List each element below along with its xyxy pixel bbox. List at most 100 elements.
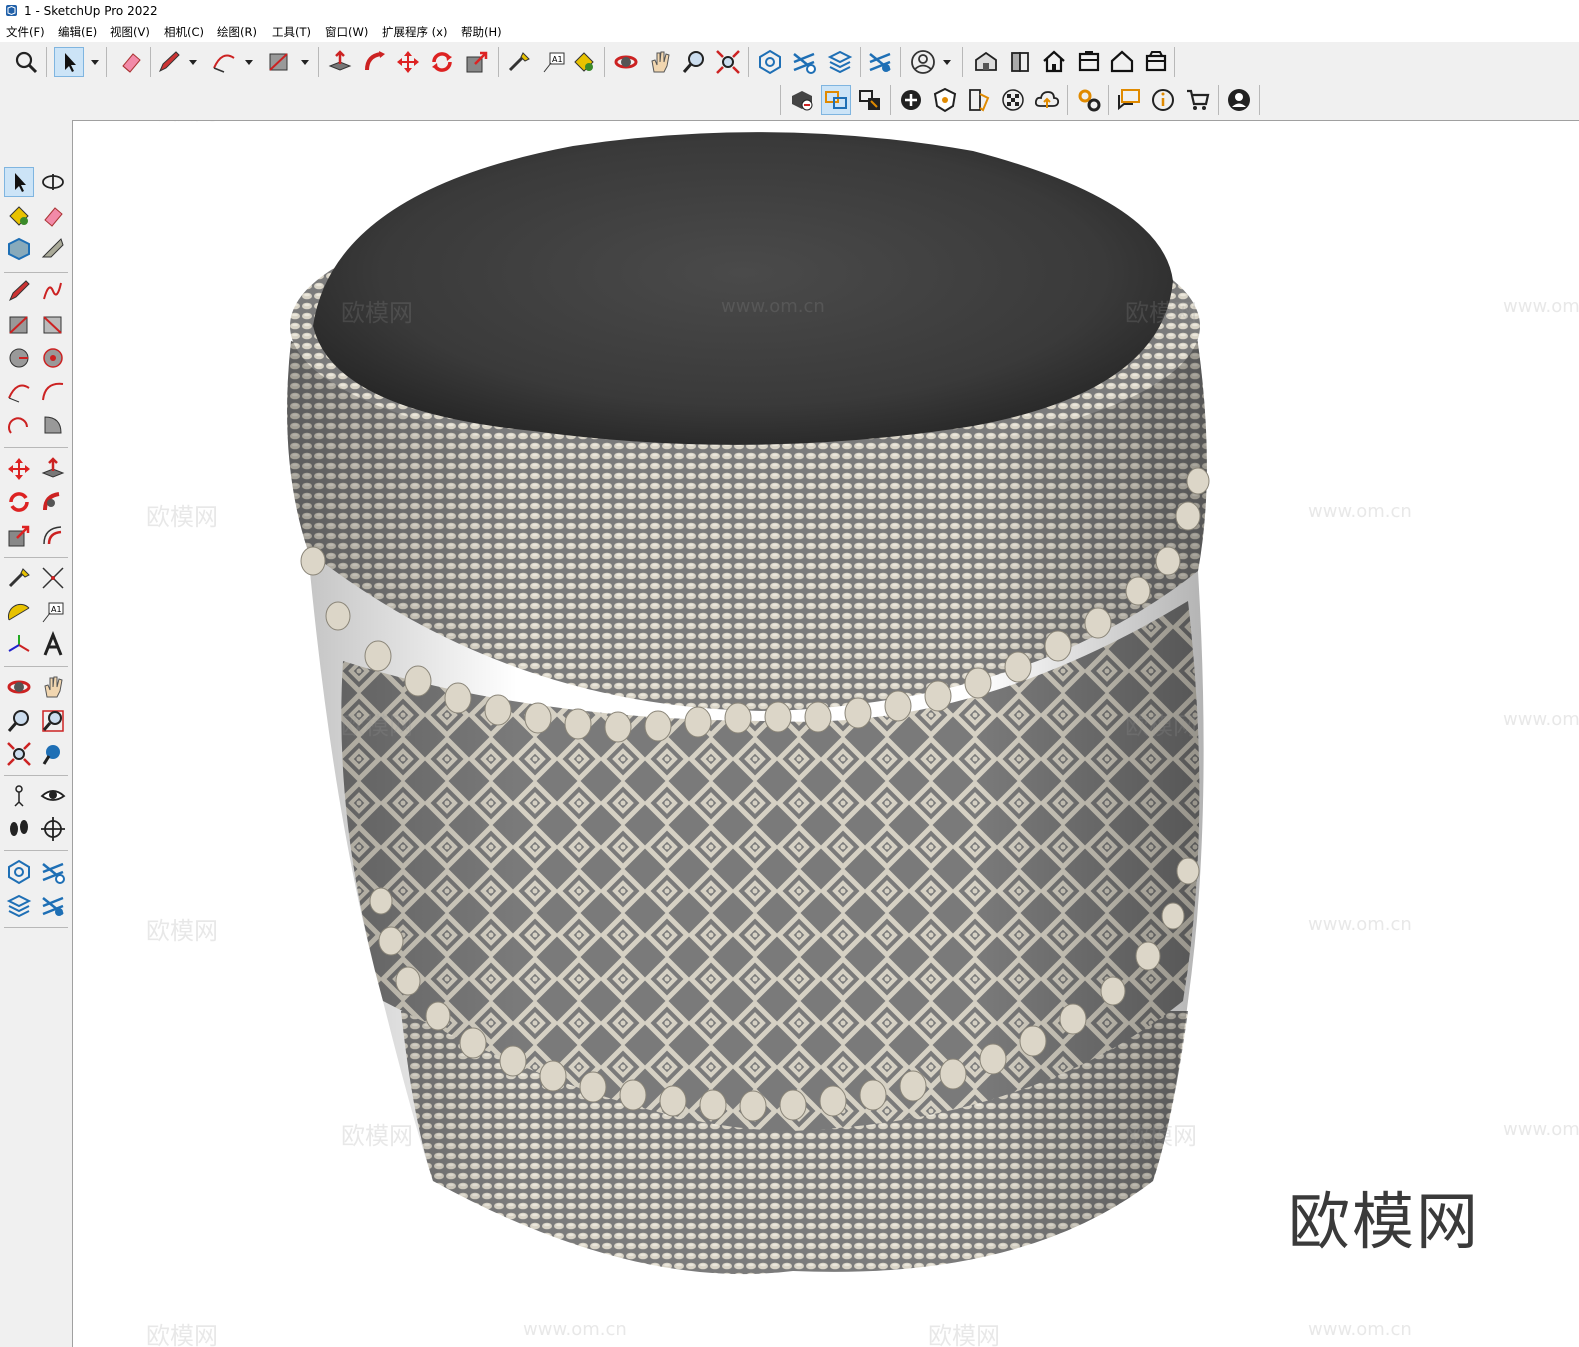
shield-icon[interactable] — [931, 86, 959, 114]
info-icon[interactable] — [1149, 86, 1177, 114]
cloud-icon[interactable] — [1033, 86, 1061, 114]
iso-view-icon[interactable] — [972, 48, 1000, 76]
gears-icon[interactable] — [1075, 86, 1103, 114]
layers-icon[interactable] — [5, 892, 33, 920]
checker-icon[interactable] — [999, 86, 1027, 114]
3d-text-icon[interactable] — [39, 631, 67, 659]
menu-file[interactable]: 文件(F) — [4, 22, 47, 42]
eraser-icon[interactable] — [117, 48, 145, 76]
menu-draw[interactable]: 绘图(R) — [215, 22, 259, 42]
axes-icon[interactable] — [5, 631, 33, 659]
section-plane-icon[interactable] — [821, 85, 851, 115]
solid-tools-icon[interactable] — [788, 86, 816, 114]
right-view-icon[interactable] — [1006, 48, 1034, 76]
move-icon[interactable] — [394, 48, 422, 76]
offset-icon[interactable] — [39, 522, 67, 550]
zoom-window-icon[interactable] — [39, 707, 67, 735]
menu-extensions[interactable]: 扩展程序 (x) — [380, 22, 449, 42]
freehand-icon[interactable] — [39, 277, 67, 305]
component-icon[interactable] — [5, 235, 33, 263]
arc-icon[interactable] — [5, 378, 33, 406]
protractor-icon[interactable] — [5, 598, 33, 626]
pan-icon[interactable] — [39, 673, 67, 701]
walk-icon[interactable] — [5, 815, 33, 843]
extension-icon[interactable] — [790, 48, 818, 76]
orbit-icon[interactable] — [5, 673, 33, 701]
follow-me-icon[interactable] — [39, 488, 67, 516]
search-icon[interactable] — [12, 48, 40, 76]
settings-icon[interactable] — [39, 892, 67, 920]
front-view-icon[interactable] — [1040, 48, 1068, 76]
dimension-icon[interactable] — [39, 564, 67, 592]
look-around-icon[interactable] — [39, 782, 67, 810]
select-arrow-icon[interactable] — [54, 47, 84, 77]
styles-icon[interactable] — [965, 86, 993, 114]
zoom-icon[interactable] — [5, 707, 33, 735]
menu-camera[interactable]: 相机(C) — [162, 22, 206, 42]
rotate-icon[interactable] — [428, 48, 456, 76]
warehouse-icon[interactable] — [756, 48, 784, 76]
scenes-icon[interactable] — [856, 86, 884, 114]
menu-tools[interactable]: 工具(T) — [270, 22, 313, 42]
extension-icon[interactable] — [39, 858, 67, 886]
eraser-icon[interactable] — [39, 202, 67, 230]
two-point-arc-icon[interactable] — [39, 378, 67, 406]
polygon-icon[interactable] — [39, 344, 67, 372]
rectangle-icon[interactable] — [265, 48, 293, 76]
zoom-extents-icon[interactable] — [5, 740, 33, 768]
section-crosshair-icon[interactable] — [39, 815, 67, 843]
message-icon[interactable] — [1115, 86, 1143, 114]
chevron-down-icon[interactable] — [300, 48, 310, 76]
zoom-icon[interactable] — [680, 48, 708, 76]
chevron-down-icon[interactable] — [188, 48, 198, 76]
settings-icon[interactable] — [866, 48, 894, 76]
pencil-icon[interactable] — [5, 277, 33, 305]
menu-help[interactable]: 帮助(H) — [459, 22, 504, 42]
chevron-down-icon[interactable] — [244, 48, 254, 76]
circle-icon[interactable] — [5, 344, 33, 372]
pencil-icon[interactable] — [155, 48, 183, 76]
zoom-extents-icon[interactable] — [714, 48, 742, 76]
account-icon[interactable] — [1225, 86, 1253, 114]
pie-icon[interactable] — [39, 411, 67, 439]
three-point-arc-icon[interactable] — [5, 411, 33, 439]
user-icon[interactable] — [909, 48, 937, 76]
orbit-icon[interactable] — [612, 48, 640, 76]
back-view-icon[interactable] — [1142, 48, 1170, 76]
text-icon[interactable]: A1 — [540, 48, 568, 76]
move-icon[interactable] — [5, 455, 33, 483]
arc-icon[interactable] — [210, 48, 238, 76]
tape-measure-icon[interactable] — [5, 564, 33, 592]
tag-icon[interactable] — [39, 235, 67, 263]
warehouse-icon[interactable] — [5, 858, 33, 886]
rotated-rectangle-icon[interactable] — [39, 311, 67, 339]
text-icon[interactable]: A1 — [39, 598, 67, 626]
add-location-icon[interactable] — [897, 86, 925, 114]
watermark-brand: 欧模网 — [1125, 712, 1197, 740]
orbit-select-icon[interactable] — [39, 168, 67, 196]
top-view-icon[interactable] — [1075, 48, 1103, 76]
cart-icon[interactable] — [1184, 86, 1212, 114]
paint-bucket-icon[interactable] — [5, 202, 33, 230]
scale-icon[interactable] — [463, 48, 491, 76]
select-arrow-icon[interactable] — [4, 167, 34, 197]
follow-me-icon[interactable] — [361, 48, 389, 76]
model-viewport[interactable]: 欧模网 www.om.cn www.om.cn 欧模网 www.om.cn 欧模… — [72, 120, 1579, 1347]
push-pull-icon[interactable] — [39, 455, 67, 483]
layers-icon[interactable] — [826, 48, 854, 76]
tape-measure-icon[interactable] — [505, 48, 533, 76]
menu-window[interactable]: 窗口(W) — [323, 22, 370, 42]
chevron-down-icon[interactable] — [90, 48, 100, 76]
push-pull-icon[interactable] — [326, 48, 354, 76]
home-view-icon[interactable] — [1108, 48, 1136, 76]
rectangle-icon[interactable] — [5, 311, 33, 339]
menu-edit[interactable]: 编辑(E) — [56, 22, 99, 42]
chevron-down-icon[interactable] — [942, 48, 952, 76]
pan-icon[interactable] — [646, 48, 674, 76]
previous-view-icon[interactable] — [39, 740, 67, 768]
scale-icon[interactable] — [5, 522, 33, 550]
menu-view[interactable]: 视图(V) — [108, 22, 152, 42]
paint-bucket-icon[interactable] — [570, 48, 598, 76]
position-camera-icon[interactable] — [5, 782, 33, 810]
rotate-icon[interactable] — [5, 488, 33, 516]
